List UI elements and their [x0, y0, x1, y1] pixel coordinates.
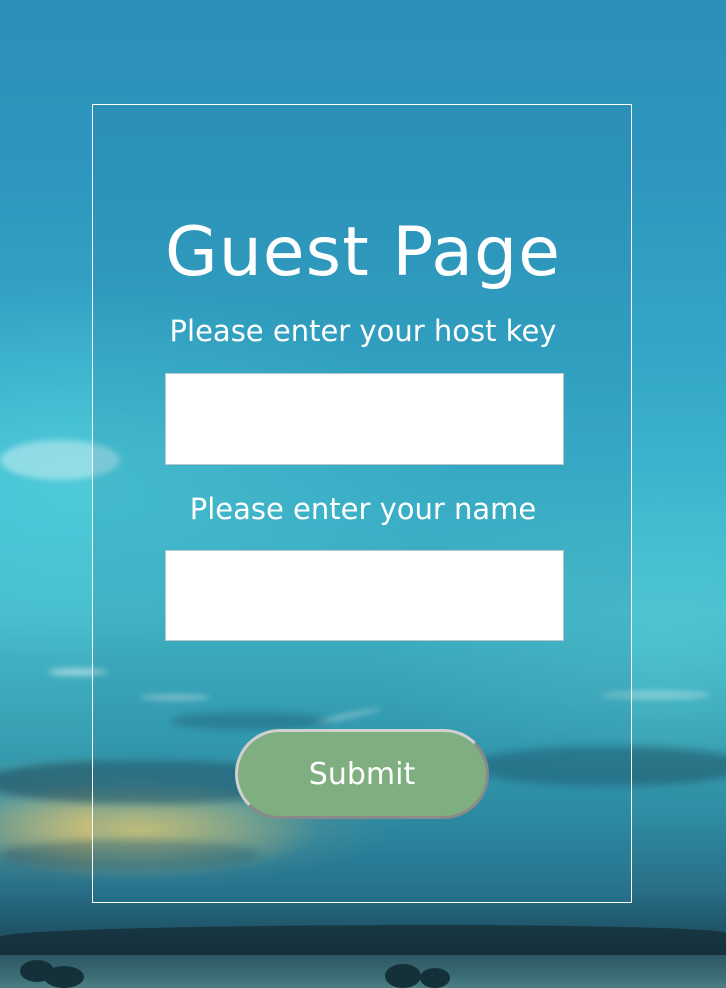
name-label: Please enter your name	[189, 492, 537, 526]
tree	[385, 964, 421, 988]
submit-button[interactable]: Submit	[235, 729, 489, 819]
tree	[44, 966, 84, 988]
host-key-label: Please enter your host key	[169, 314, 557, 348]
page-title: Guest Page	[165, 213, 561, 292]
host-key-input[interactable]	[165, 373, 564, 465]
tree	[420, 968, 450, 988]
name-input[interactable]	[165, 550, 564, 641]
guest-form-panel: Guest Page Please enter your host key Pl…	[92, 104, 632, 903]
field	[0, 955, 726, 988]
